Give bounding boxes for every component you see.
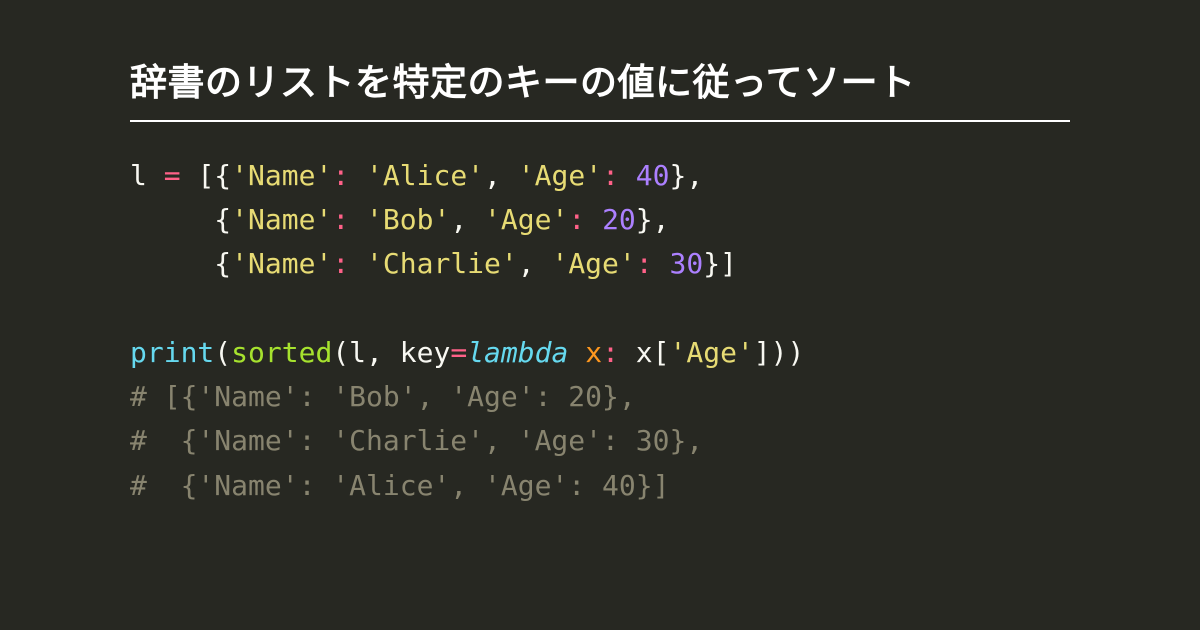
page-title: 辞書のリストを特定のキーの値に従ってソート (130, 52, 1070, 122)
code-line-5: print(sorted(l, key=lambda x: x['Age'])) (130, 336, 804, 369)
code-line-1: l = [{'Name': 'Alice', 'Age': 40}, (130, 159, 703, 192)
code-line-3: {'Name': 'Charlie', 'Age': 30}] (130, 247, 737, 280)
code-comment-3: # {'Name': 'Alice', 'Age': 40}] (130, 469, 669, 502)
code-comment-2: # {'Name': 'Charlie', 'Age': 30}, (130, 424, 703, 457)
code-line-2: {'Name': 'Bob', 'Age': 20}, (130, 203, 670, 236)
code-comment-1: # [{'Name': 'Bob', 'Age': 20}, (130, 380, 636, 413)
code-block: l = [{'Name': 'Alice', 'Age': 40}, {'Nam… (130, 154, 1070, 508)
